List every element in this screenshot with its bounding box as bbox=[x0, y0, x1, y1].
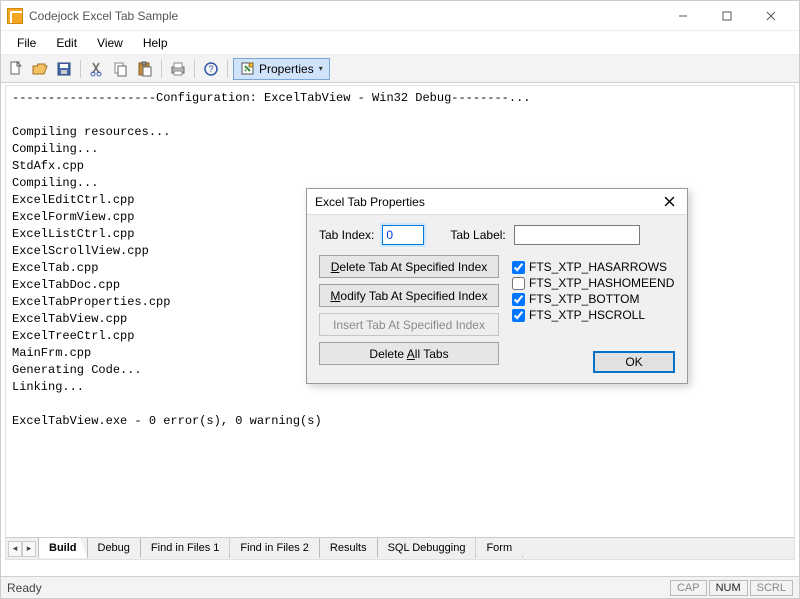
titlebar: Codejock Excel Tab Sample bbox=[1, 1, 799, 31]
menu-help[interactable]: Help bbox=[133, 32, 178, 54]
copy-icon[interactable] bbox=[110, 58, 132, 80]
cut-icon[interactable] bbox=[86, 58, 108, 80]
tab-debug[interactable]: Debug bbox=[87, 538, 141, 558]
dialog-titlebar[interactable]: Excel Tab Properties bbox=[307, 189, 687, 215]
status-scrl: SCRL bbox=[750, 580, 793, 596]
print-icon[interactable] bbox=[167, 58, 189, 80]
check-label: FTS_XTP_HSCROLL bbox=[529, 308, 645, 322]
check-fts_xtp_hasarrows[interactable]: FTS_XTP_HASARROWS bbox=[512, 260, 674, 274]
status-num: NUM bbox=[709, 580, 748, 596]
close-button[interactable] bbox=[749, 2, 793, 30]
tab-index-input[interactable] bbox=[382, 225, 424, 245]
help-icon[interactable]: ? bbox=[200, 58, 222, 80]
checkbox[interactable] bbox=[512, 309, 525, 322]
properties-label: Properties bbox=[259, 62, 314, 76]
tab-nav-next[interactable]: ▸ bbox=[22, 541, 36, 557]
menu-file[interactable]: File bbox=[7, 32, 46, 54]
new-icon[interactable] bbox=[5, 58, 27, 80]
delete-all-tabs-button[interactable]: Delete All Tabs bbox=[319, 342, 499, 365]
tab-sql-debugging[interactable]: SQL Debugging bbox=[377, 538, 477, 558]
check-fts_xtp_hscroll[interactable]: FTS_XTP_HSCROLL bbox=[512, 308, 674, 322]
app-icon bbox=[7, 8, 23, 24]
tab-label-label: Tab Label: bbox=[450, 228, 505, 242]
modify-tab-button[interactable]: Modify Tab At Specified Index bbox=[319, 284, 499, 307]
dialog-close-button[interactable] bbox=[659, 192, 679, 212]
maximize-button[interactable] bbox=[705, 2, 749, 30]
tab-form[interactable]: Form bbox=[475, 538, 523, 558]
save-icon[interactable] bbox=[53, 58, 75, 80]
properties-icon bbox=[240, 61, 256, 77]
insert-tab-button: Insert Tab At Specified Index bbox=[319, 313, 499, 336]
tab-find-in-files-1[interactable]: Find in Files 1 bbox=[140, 538, 230, 558]
tab-results[interactable]: Results bbox=[319, 538, 378, 558]
tab-index-label: Tab Index: bbox=[319, 228, 374, 242]
menu-edit[interactable]: Edit bbox=[46, 32, 87, 54]
properties-button[interactable]: Properties ▾ bbox=[233, 58, 330, 80]
checkbox[interactable] bbox=[512, 261, 525, 274]
tab-label-input[interactable] bbox=[514, 225, 640, 245]
checkbox[interactable] bbox=[512, 277, 525, 290]
statusbar: Ready CAP NUM SCRL bbox=[1, 576, 799, 598]
chevron-down-icon[interactable]: ▾ bbox=[319, 64, 323, 73]
menubar: File Edit View Help bbox=[1, 31, 799, 55]
check-fts_xtp_bottom[interactable]: FTS_XTP_BOTTOM bbox=[512, 292, 674, 306]
menu-view[interactable]: View bbox=[87, 32, 133, 54]
svg-text:?: ? bbox=[208, 64, 213, 74]
check-fts_xtp_hashomeend[interactable]: FTS_XTP_HASHOMEEND bbox=[512, 276, 674, 290]
tab-nav: ◂ ▸ bbox=[6, 541, 38, 557]
tab-build[interactable]: Build bbox=[38, 538, 88, 558]
properties-dialog: Excel Tab Properties Tab Index: Tab Labe… bbox=[306, 188, 688, 384]
open-icon[interactable] bbox=[29, 58, 51, 80]
tab-find-in-files-2[interactable]: Find in Files 2 bbox=[229, 538, 319, 558]
tabs-row: ◂ ▸ BuildDebugFind in Files 1Find in Fil… bbox=[6, 537, 794, 559]
style-flags: FTS_XTP_HASARROWS FTS_XTP_HASHOMEEND FTS_X… bbox=[512, 260, 674, 322]
tab-nav-prev[interactable]: ◂ bbox=[8, 541, 22, 557]
minimize-button[interactable] bbox=[661, 2, 705, 30]
status-cap: CAP bbox=[670, 580, 707, 596]
window-title: Codejock Excel Tab Sample bbox=[29, 9, 661, 23]
check-label: FTS_XTP_BOTTOM bbox=[529, 292, 639, 306]
ok-button[interactable]: OK bbox=[593, 351, 675, 373]
check-label: FTS_XTP_HASARROWS bbox=[529, 260, 667, 274]
checkbox[interactable] bbox=[512, 293, 525, 306]
paste-icon[interactable] bbox=[134, 58, 156, 80]
status-text: Ready bbox=[7, 581, 42, 595]
dialog-title: Excel Tab Properties bbox=[315, 195, 659, 209]
check-label: FTS_XTP_HASHOMEEND bbox=[529, 276, 674, 290]
delete-tab-button[interactable]: Delete Tab At Specified Index bbox=[319, 255, 499, 278]
toolbar: ? Properties ▾ bbox=[1, 55, 799, 83]
